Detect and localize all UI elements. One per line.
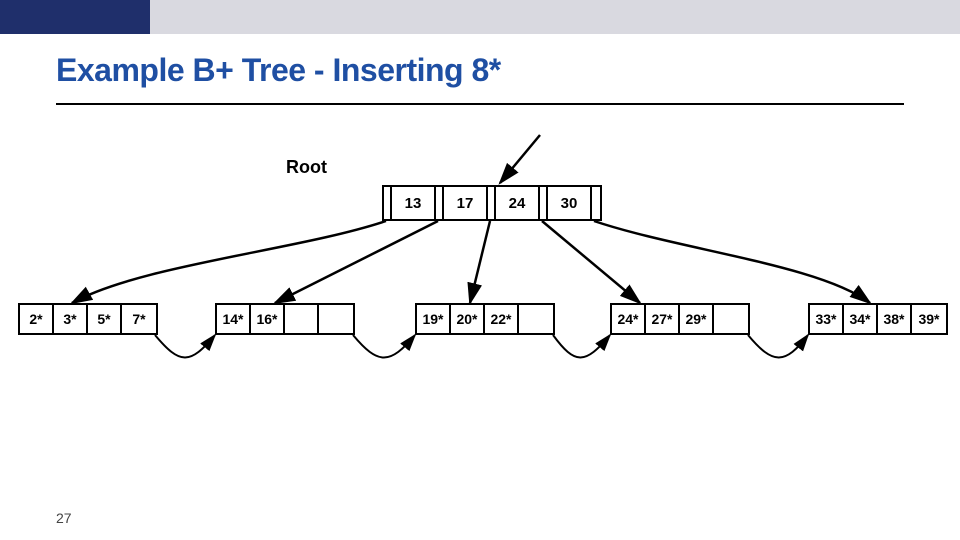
root-ptr-3 [540,187,548,219]
leaf-1: 14* 16* [215,303,355,335]
root-label: Root [286,157,327,178]
leaf-4: 33* 34* 38* 39* [808,303,948,335]
root-ptr-2 [488,187,496,219]
arrow-layer [0,105,960,465]
leaf-0-cell-2: 5* [88,305,122,333]
header-bar [0,0,960,34]
leaf-0-cell-0: 2* [20,305,54,333]
leaf-1-cell-3 [319,305,353,333]
root-key-1: 17 [444,187,488,219]
leaf-2-cell-2: 22* [485,305,519,333]
leaf-4-cell-3: 39* [912,305,946,333]
page-number: 27 [56,510,72,526]
leaf-3-cell-1: 27* [646,305,680,333]
title-area: Example B+ Tree - Inserting 8* [0,34,960,97]
header-accent-block [0,0,150,34]
root-key-0: 13 [392,187,436,219]
root-ptr-4 [592,187,600,219]
leaf-1-cell-0: 14* [217,305,251,333]
leaf-1-cell-2 [285,305,319,333]
leaf-0: 2* 3* 5* 7* [18,303,158,335]
diagram-canvas: Root 13 17 24 30 2* 3* 5* 7* 14* 16* 19*… [0,105,960,465]
leaf-3: 24* 27* 29* [610,303,750,335]
leaf-4-cell-0: 33* [810,305,844,333]
root-node: 13 17 24 30 [382,185,602,221]
leaf-4-cell-2: 38* [878,305,912,333]
leaf-2-cell-1: 20* [451,305,485,333]
root-ptr-1 [436,187,444,219]
leaf-4-cell-1: 34* [844,305,878,333]
leaf-2: 19* 20* 22* [415,303,555,335]
leaf-2-cell-0: 19* [417,305,451,333]
leaf-3-cell-2: 29* [680,305,714,333]
leaf-1-cell-1: 16* [251,305,285,333]
leaf-0-cell-1: 3* [54,305,88,333]
root-key-3: 30 [548,187,592,219]
root-key-2: 24 [496,187,540,219]
leaf-0-cell-3: 7* [122,305,156,333]
slide-title: Example B+ Tree - Inserting 8* [56,52,904,89]
leaf-3-cell-3 [714,305,748,333]
root-ptr-0 [384,187,392,219]
leaf-2-cell-3 [519,305,553,333]
leaf-3-cell-0: 24* [612,305,646,333]
